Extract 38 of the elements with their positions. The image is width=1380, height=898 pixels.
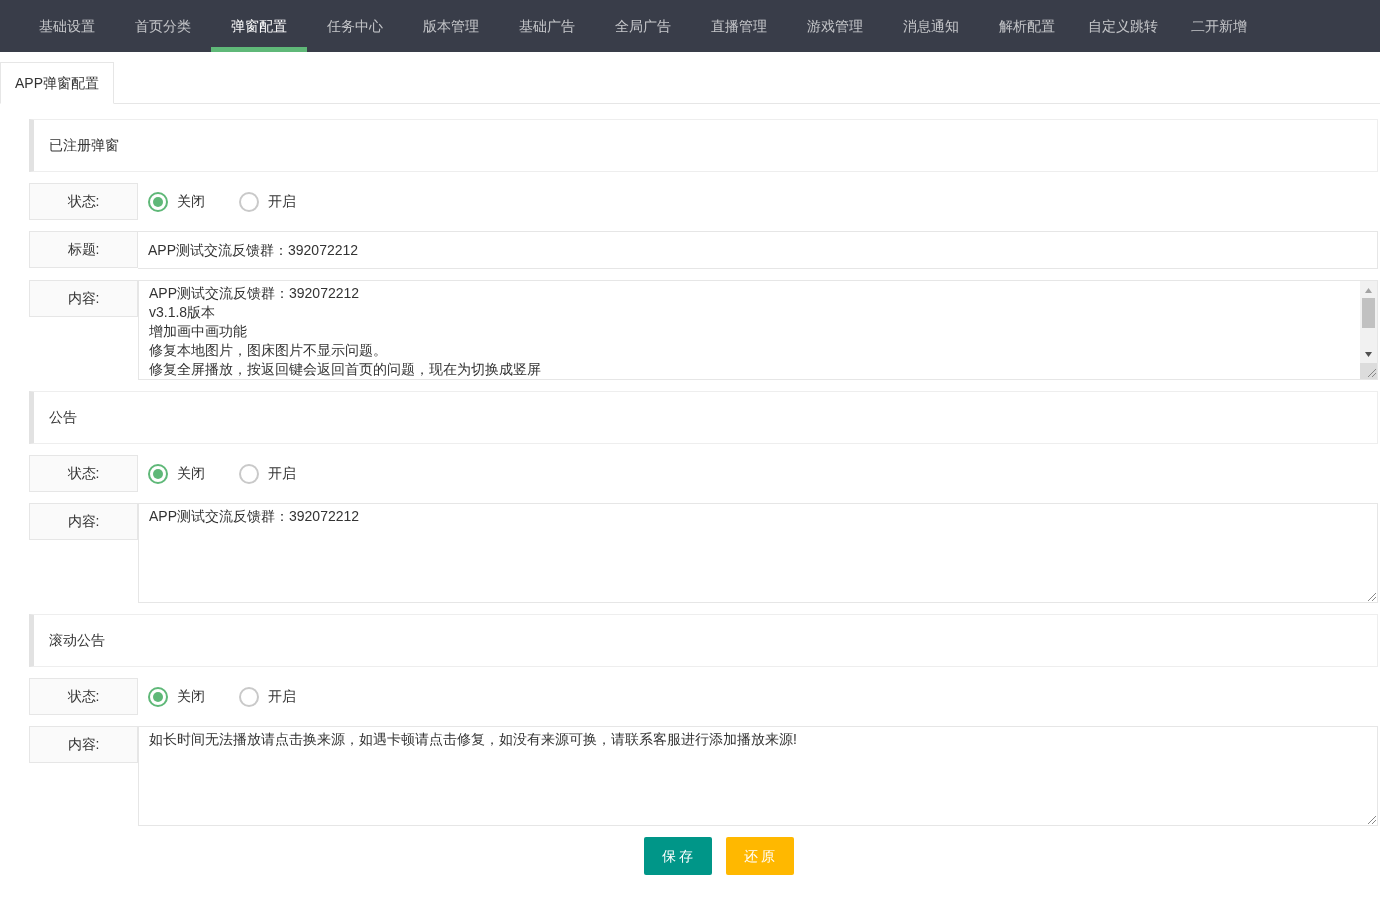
resize-grip-icon[interactable] xyxy=(1367,815,1376,824)
nav-tab[interactable]: 解析配置 xyxy=(979,0,1075,52)
scrollbar[interactable] xyxy=(1360,281,1377,379)
field-label: 标题: xyxy=(29,231,138,268)
nav-tab[interactable]: 任务中心 xyxy=(307,0,403,52)
field-label: 状态: xyxy=(29,455,138,492)
title-input[interactable]: APP测试交流反馈群：392072212 xyxy=(138,231,1378,269)
field-label: 内容: xyxy=(29,503,138,540)
radio-option[interactable]: 关闭 xyxy=(148,463,205,484)
nav-tab[interactable]: 自定义跳转 xyxy=(1075,0,1171,52)
save-button[interactable]: 保 存 xyxy=(643,837,712,875)
nav-tab[interactable]: 基础广告 xyxy=(499,0,595,52)
radio-option[interactable]: 关闭 xyxy=(148,191,205,212)
field-label: 内容: xyxy=(29,726,138,763)
content-textarea[interactable]: APP测试交流反馈群：392072212 v3.1.8版本 增加画中画功能 修复本地图片，图床图片不显示问题。 修复全屏播放，按返回键会返回首页的问题，现在为切换成竖屏 xyxy=(138,280,1378,380)
field-label: 内容: xyxy=(29,280,138,317)
section-header: 滚动公告 xyxy=(29,614,1378,667)
section-header: 已注册弹窗 xyxy=(29,119,1378,172)
nav-tab[interactable]: 直播管理 xyxy=(691,0,787,52)
page-tab[interactable]: APP弹窗配置 xyxy=(0,62,114,104)
nav-tab[interactable]: 基础设置 xyxy=(19,0,115,52)
nav-tab[interactable]: 版本管理 xyxy=(403,0,499,52)
resize-grip-icon[interactable] xyxy=(1367,592,1376,601)
field-label: 状态: xyxy=(29,183,138,220)
nav-tab[interactable]: 弹窗配置 xyxy=(211,0,307,52)
nav-tab[interactable]: 消息通知 xyxy=(883,0,979,52)
nav-tab[interactable]: 游戏管理 xyxy=(787,0,883,52)
radio-option[interactable]: 开启 xyxy=(239,191,296,212)
field-label: 状态: xyxy=(29,678,138,715)
content-textarea[interactable]: APP测试交流反馈群：392072212 xyxy=(138,503,1378,603)
nav-tab[interactable]: 首页分类 xyxy=(115,0,211,52)
content-textarea[interactable]: 如长时间无法播放请点击换来源，如遇卡顿请点击修复，如没有来源可换，请联系客服进行添加播放来源! xyxy=(138,726,1378,826)
nav-tab[interactable]: 二开新增 xyxy=(1171,0,1267,52)
section-header: 公告 xyxy=(29,391,1378,444)
nav-tab[interactable]: 全局广告 xyxy=(595,0,691,52)
radio-option[interactable]: 关闭 xyxy=(148,686,205,707)
radio-option[interactable]: 开启 xyxy=(239,686,296,707)
radio-option[interactable]: 开启 xyxy=(239,463,296,484)
